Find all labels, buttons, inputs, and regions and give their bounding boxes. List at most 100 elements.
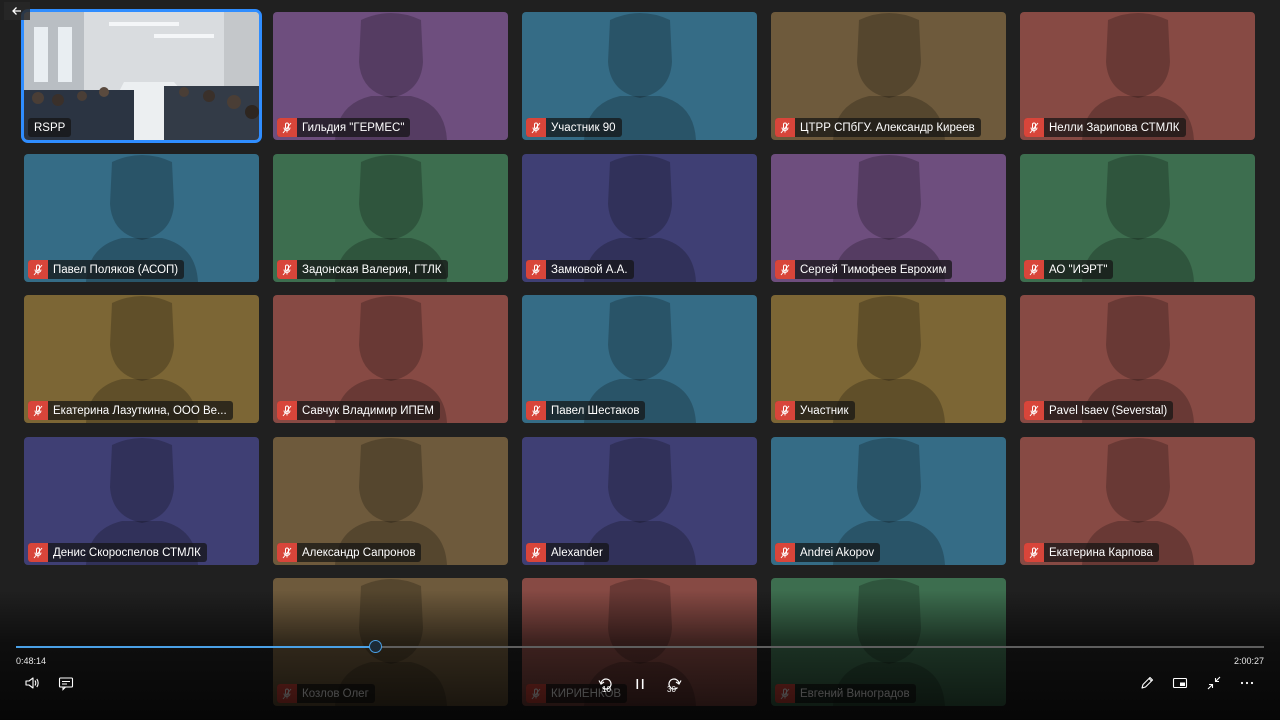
mic-muted-icon [277, 260, 297, 279]
participant-tile[interactable]: Нелли Зарипова СТМЛК [1020, 12, 1255, 140]
participant-tile[interactable]: Сергей Тимофеев Еврохим [771, 154, 1006, 282]
captions-button[interactable] [54, 671, 78, 695]
mic-muted-icon [775, 401, 795, 420]
participant-tile[interactable]: Александр Сапронов [273, 437, 508, 565]
mic-muted-icon [775, 543, 795, 562]
participant-name: Александр Сапронов [302, 546, 416, 559]
participant-name-label: ЦТРР СПбГУ. Александр Киреев [775, 118, 981, 137]
participant-name-label: АО "ИЭРТ" [1024, 260, 1114, 279]
participant-tile[interactable]: Andrei Akopov [771, 437, 1006, 565]
seek-bar-progress [16, 646, 377, 648]
exit-fullscreen-button[interactable] [1202, 671, 1226, 695]
participant-tile[interactable]: ЦТРР СПбГУ. Александр Киреев [771, 12, 1006, 140]
mic-muted-icon [1024, 401, 1044, 420]
participant-name-label: Екатерина Карпова [1024, 543, 1159, 562]
mic-muted-icon [277, 401, 297, 420]
participant-name: Екатерина Карпова [1049, 546, 1153, 559]
participant-tile[interactable]: Павел Поляков (АСОП) [24, 154, 259, 282]
participant-name: Денис Скороспелов СТМЛК [53, 546, 201, 559]
participant-name: Екатерина Лазуткина, ООО Ве... [53, 404, 227, 417]
total-duration: 2:00:27 [1233, 656, 1264, 666]
mic-muted-icon [526, 118, 546, 137]
participant-tile[interactable]: Замковой А.А. [522, 154, 757, 282]
mic-muted-icon [775, 260, 795, 279]
participant-name: Сергей Тимофеев Еврохим [800, 263, 947, 276]
mic-muted-icon [526, 260, 546, 279]
mic-muted-icon [526, 543, 546, 562]
participant-name-label: Замковой А.А. [526, 260, 634, 279]
participant-name-label: Денис Скороспелов СТМЛК [28, 543, 207, 562]
forward-button[interactable]: 30 [662, 672, 686, 696]
participant-tile[interactable]: Pavel Isaev (Severstal) [1020, 295, 1255, 423]
participant-tile[interactable]: Задонская Валерия, ГТЛК [273, 154, 508, 282]
participant-name-label: Екатерина Лазуткина, ООО Ве... [28, 401, 233, 420]
mic-muted-icon [1024, 260, 1044, 279]
rewind-button[interactable]: 10 [594, 672, 618, 696]
mic-muted-icon [277, 118, 297, 137]
controls-gradient [0, 590, 1280, 720]
participant-tile[interactable]: Гильдия "ГЕРМЕС" [273, 12, 508, 140]
miniplayer-icon [1172, 677, 1188, 689]
participant-name-label: RSPP [28, 118, 72, 137]
collapse-icon [1207, 676, 1221, 690]
speaker-icon [25, 677, 39, 689]
participant-tile[interactable]: Участник [771, 295, 1006, 423]
participant-name-label: Александр Сапронов [277, 543, 422, 562]
participant-name-label: Савчук Владимир ИПЕМ [277, 401, 441, 420]
edit-button[interactable] [1135, 671, 1159, 695]
mic-muted-icon [526, 401, 546, 420]
participant-name: Савчук Владимир ИПЕМ [302, 404, 435, 417]
mic-muted-icon [1024, 543, 1044, 562]
participant-name: Участник 90 [551, 121, 616, 134]
mic-muted-icon [28, 401, 48, 420]
participant-tile[interactable]: Денис Скороспелов СТМЛК [24, 437, 259, 565]
mic-muted-icon [775, 118, 795, 137]
volume-button[interactable] [20, 671, 44, 695]
participant-name: Гильдия "ГЕРМЕС" [302, 121, 405, 134]
mic-muted-icon [1024, 118, 1044, 137]
participant-name-label: Сергей Тимофеев Еврохим [775, 260, 953, 279]
participant-tile[interactable]: Екатерина Лазуткина, ООО Ве... [24, 295, 259, 423]
pause-button[interactable] [628, 672, 652, 696]
mic-muted-icon [28, 543, 48, 562]
participant-name: Pavel Isaev (Severstal) [1049, 404, 1168, 417]
rewind-seconds: 10 [602, 685, 611, 694]
participant-name-label: Гильдия "ГЕРМЕС" [277, 118, 411, 137]
participant-name: Нелли Зарипова СТМЛК [1049, 121, 1180, 134]
more-icon [1240, 681, 1254, 685]
participant-name: RSPP [34, 121, 66, 134]
participant-name-label: Alexander [526, 543, 609, 562]
participant-name-label: Участник [775, 401, 855, 420]
participant-tile[interactable]: Савчук Владимир ИПЕМ [273, 295, 508, 423]
participant-name: Павел Шестаков [551, 404, 640, 417]
participant-tile[interactable]: Участник 90 [522, 12, 757, 140]
captions-icon [58, 677, 74, 691]
miniplayer-button[interactable] [1168, 671, 1192, 695]
participant-name: Andrei Akopov [800, 546, 875, 559]
participant-name: Замковой А.А. [551, 263, 628, 276]
seek-bar[interactable] [16, 640, 1264, 653]
more-options-button[interactable] [1235, 671, 1259, 695]
participant-name-label: Задонская Валерия, ГТЛК [277, 260, 448, 279]
pause-icon [636, 679, 644, 689]
participant-name-label: Участник 90 [526, 118, 622, 137]
participant-name: АО "ИЭРТ" [1049, 263, 1108, 276]
participant-tile[interactable]: Екатерина Карпова [1020, 437, 1255, 565]
participant-name-label: Нелли Зарипова СТМЛК [1024, 118, 1186, 137]
participant-name: Павел Поляков (АСОП) [53, 263, 179, 276]
participant-name-label: Павел Поляков (АСОП) [28, 260, 185, 279]
participant-tile[interactable]: Павел Шестаков [522, 295, 757, 423]
elapsed-time: 0:48:14 [16, 656, 47, 666]
participant-name: Задонская Валерия, ГТЛК [302, 263, 442, 276]
arrow-left-icon [12, 7, 21, 15]
mic-muted-icon [28, 260, 48, 279]
participant-tile[interactable]: Alexander [522, 437, 757, 565]
back-button[interactable] [4, 2, 30, 20]
participant-name-label: Andrei Akopov [775, 543, 881, 562]
mic-muted-icon [277, 543, 297, 562]
participant-tile[interactable]: RSPP [21, 9, 262, 143]
participant-name: ЦТРР СПбГУ. Александр Киреев [800, 121, 975, 134]
pencil-icon [1141, 676, 1154, 689]
participant-name: Участник [800, 404, 849, 417]
participant-tile[interactable]: АО "ИЭРТ" [1020, 154, 1255, 282]
